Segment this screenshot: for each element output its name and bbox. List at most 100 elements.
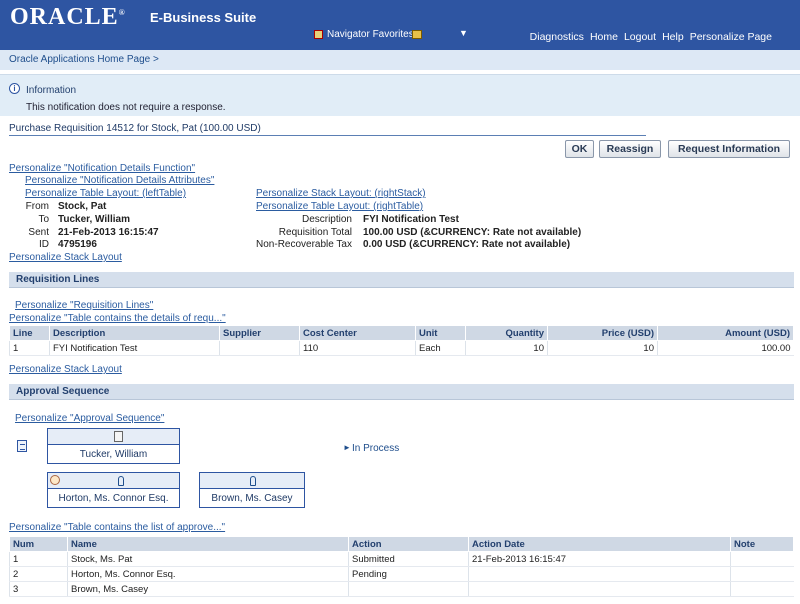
- personalize-details-function-link[interactable]: Personalize "Notification Details Functi…: [9, 163, 195, 174]
- col-amount: Amount (USD): [657, 325, 794, 341]
- logout-link[interactable]: Logout: [624, 31, 656, 43]
- cell-supplier: [219, 340, 300, 356]
- col-price: Price (USD): [547, 325, 658, 341]
- cell-amount: 100.00: [657, 340, 794, 356]
- cell-action-date: [468, 566, 731, 582]
- personalize-approvers-table-link[interactable]: Personalize "Table contains the list of …: [9, 522, 225, 533]
- home-link[interactable]: Home: [590, 31, 618, 43]
- personalize-left-table-link[interactable]: Personalize Table Layout: (leftTable): [25, 188, 186, 199]
- navigator-favorites-label[interactable]: Navigator Favorites: [327, 29, 414, 40]
- sent-label: Sent: [28, 227, 49, 238]
- personalize-stack-layout-link-2[interactable]: Personalize Stack Layout: [9, 364, 122, 375]
- cell-description: FYI Notification Test: [49, 340, 220, 356]
- from-label: From: [25, 201, 49, 212]
- personalize-right-table-link[interactable]: Personalize Table Layout: (rightTable): [256, 201, 423, 212]
- cell-quantity: 10: [465, 340, 548, 356]
- cell-action-date: 21-Feb-2013 16:15:47: [468, 551, 731, 567]
- requisition-lines-title: Requisition Lines: [16, 274, 100, 285]
- cell-name: Stock, Ms. Pat: [67, 551, 349, 567]
- non-recoverable-tax-label: Non-Recoverable Tax: [256, 239, 352, 250]
- pending-icon: [50, 475, 60, 485]
- document-icon: [114, 431, 123, 442]
- id-value: 4795196: [58, 239, 97, 250]
- personalize-details-attributes-link[interactable]: Personalize "Notification Details Attrib…: [25, 175, 214, 186]
- favorites-icon[interactable]: [411, 30, 422, 39]
- info-text: This notification does not require a res…: [26, 102, 226, 113]
- info-icon: i: [9, 83, 20, 94]
- cell-note: [730, 566, 794, 582]
- col-cost-center: Cost Center: [299, 325, 416, 341]
- request-information-button[interactable]: Request Information: [668, 140, 790, 158]
- col-line: Line: [9, 325, 50, 341]
- table-row: 3 Brown, Ms. Casey: [9, 581, 794, 597]
- approver-3-name: Brown, Ms. Casey: [211, 493, 293, 504]
- cell-action: Submitted: [348, 551, 469, 567]
- cell-note: [730, 581, 794, 597]
- requisition-lines-table: Line Description Supplier Cost Center Un…: [9, 325, 794, 356]
- home-icon[interactable]: [314, 30, 323, 39]
- global-nav: Diagnostics Home Logout Help Personalize…: [530, 31, 772, 43]
- sent-value: 21-Feb-2013 16:15:47: [58, 227, 159, 238]
- approval-sequence-header: Approval Sequence: [9, 384, 794, 400]
- personalize-right-stack-link[interactable]: Personalize Stack Layout: (rightStack): [256, 188, 426, 199]
- approver-node-2[interactable]: Horton, Ms. Connor Esq.: [47, 472, 180, 508]
- table-row: 1 Stock, Ms. Pat Submitted 21-Feb-2013 1…: [9, 551, 794, 567]
- cell-name: Brown, Ms. Casey: [67, 581, 349, 597]
- approvers-table: Num Name Action Action Date Note 1 Stock…: [9, 536, 794, 597]
- diagnostics-link[interactable]: Diagnostics: [530, 31, 584, 43]
- global-header: ORACLE® E-Business Suite Navigator Favor…: [0, 0, 800, 50]
- suite-title: E-Business Suite: [150, 10, 257, 25]
- personalize-approval-sequence-link[interactable]: Personalize "Approval Sequence": [15, 413, 164, 424]
- approver-2-name: Horton, Ms. Connor Esq.: [58, 493, 169, 504]
- approver-node-1-bar: [48, 429, 179, 445]
- cell-num: 1: [9, 551, 68, 567]
- table-header-row: Num Name Action Action Date Note: [9, 536, 794, 552]
- personalize-requisition-lines-link[interactable]: Personalize "Requisition Lines": [15, 300, 153, 311]
- approver-node-3[interactable]: Brown, Ms. Casey: [199, 472, 305, 508]
- navigator-favorites[interactable]: Navigator Favorites: [314, 29, 422, 40]
- to-value: Tucker, William: [58, 214, 130, 225]
- personalize-stack-layout-link[interactable]: Personalize Stack Layout: [9, 252, 122, 263]
- cell-action-date: [468, 581, 731, 597]
- list-view-icon[interactable]: [17, 440, 27, 452]
- page-title: Purchase Requisition 14512 for Stock, Pa…: [9, 123, 261, 134]
- cell-name: Horton, Ms. Connor Esq.: [67, 566, 349, 582]
- table-row: 2 Horton, Ms. Connor Esq. Pending: [9, 566, 794, 582]
- approval-status: In Process: [352, 443, 400, 454]
- id-label: ID: [39, 239, 49, 250]
- title-divider: [9, 135, 646, 136]
- requisition-total-value: 100.00 USD (&CURRENCY: Rate not availabl…: [363, 227, 582, 238]
- cell-line: 1: [9, 340, 50, 356]
- cell-note: [730, 551, 794, 567]
- oracle-logo: ORACLE®: [10, 4, 126, 30]
- description-value: FYI Notification Test: [363, 214, 459, 225]
- cell-num: 3: [9, 581, 68, 597]
- personalize-page-link[interactable]: Personalize Page: [690, 31, 772, 43]
- cell-cost-center: 110: [299, 340, 416, 356]
- reassign-button[interactable]: Reassign: [599, 140, 661, 158]
- approver-node-1[interactable]: Tucker, William: [47, 428, 180, 464]
- approver-node-3-bar: [200, 473, 304, 489]
- information-box: i Information This notification does not…: [0, 74, 800, 116]
- ok-button[interactable]: OK: [565, 140, 594, 158]
- cell-num: 2: [9, 566, 68, 582]
- from-value: Stock, Pat: [58, 201, 107, 212]
- col-num: Num: [9, 536, 68, 552]
- col-name: Name: [67, 536, 349, 552]
- table-row: 1 FYI Notification Test 110 Each 10 10 1…: [9, 340, 794, 356]
- col-note: Note: [730, 536, 794, 552]
- col-action-date: Action Date: [468, 536, 731, 552]
- requisition-total-label: Requisition Total: [278, 227, 352, 238]
- to-label: To: [38, 214, 49, 225]
- cell-price: 10: [547, 340, 658, 356]
- personalize-requisition-table-link[interactable]: Personalize "Table contains the details …: [9, 313, 226, 324]
- approver-node-2-bar: [48, 473, 179, 489]
- description-label: Description: [301, 214, 352, 225]
- col-action: Action: [348, 536, 469, 552]
- col-description: Description: [49, 325, 220, 341]
- info-title: Information: [26, 85, 77, 96]
- breadcrumb[interactable]: Oracle Applications Home Page >: [9, 54, 159, 65]
- favorites-dropdown-icon[interactable]: ▼: [459, 28, 468, 38]
- requisition-lines-header: Requisition Lines: [9, 272, 794, 288]
- help-link[interactable]: Help: [662, 31, 684, 43]
